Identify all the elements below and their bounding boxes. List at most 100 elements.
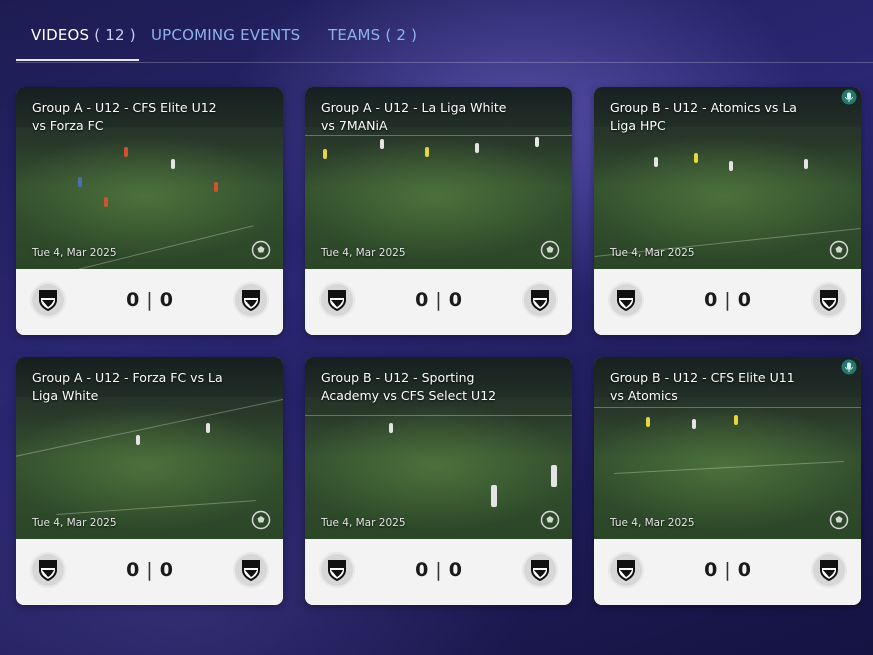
microphone-icon	[841, 89, 857, 105]
score-panel: 0 | 0	[16, 539, 283, 605]
match-date: Tue 4, Mar 2025	[610, 517, 695, 529]
home-score: 0	[704, 559, 718, 581]
score-panel: 0 | 0	[594, 539, 861, 605]
score-separator: |	[146, 289, 153, 311]
pitch-line	[56, 500, 256, 515]
tab-teams[interactable]: TEAMS( 2 )	[328, 26, 417, 44]
home-score: 0	[704, 289, 718, 311]
away-score: 0	[737, 289, 751, 311]
away-score: 0	[448, 289, 462, 311]
away-team-crest-icon	[522, 282, 558, 318]
soccer-ball-icon	[829, 510, 849, 530]
pitch-line	[305, 415, 572, 416]
score-separator: |	[146, 559, 153, 581]
score-separator: |	[724, 559, 731, 581]
match-date: Tue 4, Mar 2025	[321, 517, 406, 529]
away-team-crest-icon	[811, 282, 847, 318]
player-figure	[694, 153, 698, 163]
video-card[interactable]: Group B - U12 - CFS Elite U11 vs Atomics…	[594, 357, 861, 605]
away-team-crest-icon	[233, 282, 269, 318]
away-score: 0	[159, 559, 173, 581]
home-score: 0	[415, 289, 429, 311]
score-panel: 0 | 0	[305, 539, 572, 605]
player-figure	[491, 485, 497, 507]
player-figure	[535, 137, 539, 147]
player-figure	[475, 143, 479, 153]
tab-teams-label: TEAMS	[328, 26, 381, 44]
video-thumbnail: Group A - U12 - CFS Elite U12 vs Forza F…	[16, 87, 283, 269]
player-figure	[124, 147, 128, 157]
match-date: Tue 4, Mar 2025	[32, 517, 117, 529]
video-card[interactable]: Group A - U12 - La Liga White vs 7MANiA …	[305, 87, 572, 335]
pitch-line	[305, 135, 572, 136]
home-score: 0	[126, 289, 140, 311]
pitch-line	[614, 460, 844, 475]
pitch-line	[594, 407, 861, 408]
away-score: 0	[448, 559, 462, 581]
score-panel: 0 | 0	[594, 269, 861, 335]
match-date: Tue 4, Mar 2025	[321, 247, 406, 259]
player-figure	[136, 435, 140, 445]
soccer-ball-icon	[251, 240, 271, 260]
tab-upcoming-events-label: UPCOMING EVENTS	[151, 26, 301, 44]
player-figure	[551, 465, 557, 487]
tab-upcoming-events[interactable]: UPCOMING EVENTS	[151, 26, 300, 44]
active-tab-indicator	[16, 59, 139, 61]
video-card[interactable]: Group A - U12 - Forza FC vs La Liga Whit…	[16, 357, 283, 605]
player-figure	[646, 417, 650, 427]
player-figure	[214, 182, 218, 192]
match-title: Group A - U12 - La Liga White vs 7MANiA	[321, 100, 507, 133]
player-figure	[692, 419, 696, 429]
player-figure	[804, 159, 808, 169]
video-thumbnail: Group B - U12 - Atomics vs La Liga HPC T…	[594, 87, 861, 269]
match-title: Group B - U12 - Sporting Academy vs CFS …	[321, 370, 497, 403]
player-figure	[206, 423, 210, 433]
tab-videos-count: ( 12 )	[94, 26, 136, 44]
video-thumbnail: Group B - U12 - Sporting Academy vs CFS …	[305, 357, 572, 539]
player-figure	[380, 139, 384, 149]
away-team-crest-icon	[522, 552, 558, 588]
home-score: 0	[126, 559, 140, 581]
video-card[interactable]: Group A - U12 - CFS Elite U12 vs Forza F…	[16, 87, 283, 335]
match-date: Tue 4, Mar 2025	[32, 247, 117, 259]
player-figure	[734, 415, 738, 425]
video-thumbnail: Group A - U12 - La Liga White vs 7MANiA …	[305, 87, 572, 269]
player-figure	[425, 147, 429, 157]
score-panel: 0 | 0	[16, 269, 283, 335]
player-figure	[171, 159, 175, 169]
player-figure	[729, 161, 733, 171]
soccer-ball-icon	[540, 240, 560, 260]
match-date: Tue 4, Mar 2025	[610, 247, 695, 259]
soccer-ball-icon	[251, 510, 271, 530]
tab-videos[interactable]: VIDEOS( 12 )	[31, 26, 136, 44]
away-team-crest-icon	[811, 552, 847, 588]
player-figure	[78, 177, 82, 187]
home-score: 0	[415, 559, 429, 581]
tab-bar: VIDEOS( 12 ) UPCOMING EVENTS TEAMS( 2 )	[16, 0, 873, 63]
player-figure	[389, 423, 393, 433]
microphone-icon	[841, 359, 857, 375]
video-thumbnail: Group B - U12 - CFS Elite U11 vs Atomics…	[594, 357, 861, 539]
away-team-crest-icon	[233, 552, 269, 588]
soccer-ball-icon	[829, 240, 849, 260]
score-separator: |	[435, 289, 442, 311]
player-figure	[654, 157, 658, 167]
match-title: Group B - U12 - CFS Elite U11 vs Atomics	[610, 370, 795, 403]
score-panel: 0 | 0	[305, 269, 572, 335]
pitch-line	[16, 396, 283, 459]
away-score: 0	[159, 289, 173, 311]
away-score: 0	[737, 559, 751, 581]
score-separator: |	[724, 289, 731, 311]
player-figure	[323, 149, 327, 159]
video-thumbnail: Group A - U12 - Forza FC vs La Liga Whit…	[16, 357, 283, 539]
match-title: Group A - U12 - Forza FC vs La Liga Whit…	[32, 370, 223, 403]
match-title: Group A - U12 - CFS Elite U12 vs Forza F…	[32, 100, 217, 133]
video-card[interactable]: Group B - U12 - Sporting Academy vs CFS …	[305, 357, 572, 605]
tab-teams-count: ( 2 )	[385, 26, 418, 44]
match-title: Group B - U12 - Atomics vs La Liga HPC	[610, 100, 797, 133]
tab-videos-label: VIDEOS	[31, 26, 90, 44]
soccer-ball-icon	[540, 510, 560, 530]
score-separator: |	[435, 559, 442, 581]
player-figure	[104, 197, 108, 207]
video-card[interactable]: Group B - U12 - Atomics vs La Liga HPC T…	[594, 87, 861, 335]
